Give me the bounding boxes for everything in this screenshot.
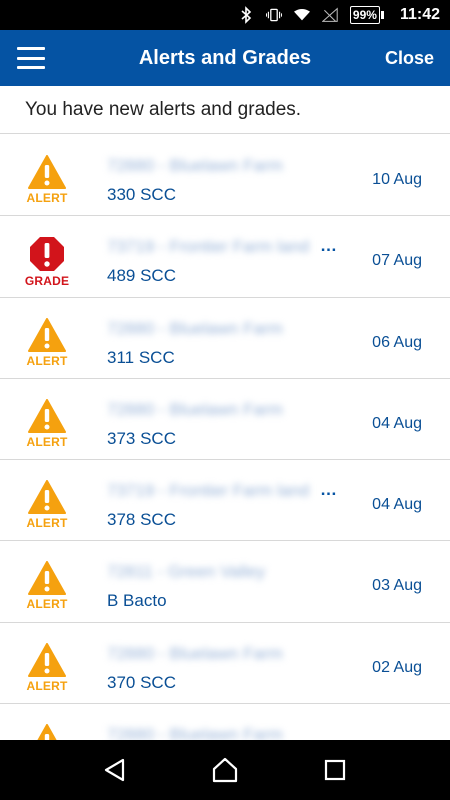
list-item[interactable]: ALERT 73719 - Frontier Farm land … 378 SCC 0… [0,460,450,542]
close-button[interactable]: Close [385,48,434,69]
grade-warning-icon [24,236,70,272]
list-item[interactable]: ALERT 72880 - Bluelawn Farm 330 SCC 10 Aug [0,135,450,217]
recents-icon[interactable] [315,750,355,790]
farm-name: 72880 - Bluelawn Farm [107,318,283,338]
page-title: Alerts and Grades [138,46,312,69]
intro-message: You have new alerts and grades. [0,86,450,134]
alert-date: 07 Aug [372,252,422,270]
home-icon[interactable] [205,750,245,790]
back-icon[interactable] [95,750,135,790]
alert-warning-icon [24,317,70,352]
alert-warning-icon [24,480,70,515]
clock: 11:42 [399,6,440,23]
farm-name: 73719 - Frontier Farm land [107,481,310,501]
navigation-bar [0,740,450,800]
alert-date: 04 Aug [372,496,422,514]
grade-badge: GRADE [24,236,70,288]
alert-detail: 489 SCC [107,266,176,286]
bluetooth-icon [238,6,254,24]
alert-date: 04 Aug [372,414,422,432]
alert-date: 10 Aug [372,171,422,188]
list-item[interactable]: ALERT 72880 - Bluelawn Farm [0,704,450,740]
alert-badge: ALERT [24,317,70,368]
farm-name: 72880 - Bluelawn Farm [107,643,283,663]
alert-badge: ALERT [24,398,70,449]
alert-date: 06 Aug [372,333,422,351]
alert-detail: 311 SCC [107,347,175,367]
status-bar: 99% 11:42 [0,0,450,30]
badge-label: ALERT [26,191,68,205]
alert-warning-icon [24,398,70,433]
alert-detail: 370 SCC [107,672,176,692]
alert-badge: ALERT [24,480,70,530]
alert-warning-icon [24,642,70,677]
battery-icon: 99% [349,6,384,24]
list-item[interactable]: ALERT 72880 - Bluelawn Farm 370 SCC 02 Aug [0,623,450,705]
farm-name: 73719 - Frontier Farm land [107,237,310,257]
alert-detail: B Bacto [107,591,167,611]
alert-detail: 330 SCC [107,185,176,204]
badge-label: ALERT [26,516,68,531]
hamburger-menu-icon[interactable] [17,47,45,69]
alert-warning-icon [24,155,70,189]
farm-name: 72880 - Bluelawn Farm [107,156,283,175]
farm-name: 72811 - Green Valley [107,562,266,582]
alert-date: 03 Aug [372,577,422,595]
alert-warning-icon [24,724,70,740]
alerts-list: ALERT 72880 - Bluelawn Farm 330 SCC 10 Aug G… [0,135,450,740]
signal-icon [321,6,338,24]
alert-detail: 378 SCC [107,510,176,530]
list-item[interactable]: ALERT 72880 - Bluelawn Farm 311 SCC 06 Aug [0,298,450,379]
list-item[interactable]: GRADE 73719 - Frontier Farm land … 489 SCC 0… [0,216,450,298]
list-item[interactable]: ALERT 72880 - Bluelawn Farm 373 SCC 04 Aug [0,379,450,461]
list-item[interactable]: ALERT 72811 - Green Valley B Bacto 03 Aug [0,541,450,623]
alert-detail: 373 SCC [107,428,176,448]
alert-badge: ALERT [24,561,70,611]
badge-label: ALERT [26,597,68,612]
farm-name: 72880 - Bluelawn Farm [107,725,283,740]
badge-label: ALERT [26,678,68,693]
alert-badge: ALERT [24,642,70,693]
badge-label: GRADE [24,274,70,289]
alert-badge: ALERT [24,724,70,740]
battery-level: 99% [349,6,380,24]
alert-date: 02 Aug [372,658,422,676]
badge-label: ALERT [26,353,68,368]
truncation-ellipsis: … [320,236,337,256]
alert-warning-icon [24,561,70,596]
vibrate-icon [265,6,282,24]
wifi-icon [293,6,310,24]
farm-name: 72880 - Bluelawn Farm [107,399,283,419]
app-bar: Alerts and Grades Close [0,30,450,86]
badge-label: ALERT [26,434,68,449]
truncation-ellipsis: … [320,480,337,500]
alert-badge: ALERT [24,155,70,205]
